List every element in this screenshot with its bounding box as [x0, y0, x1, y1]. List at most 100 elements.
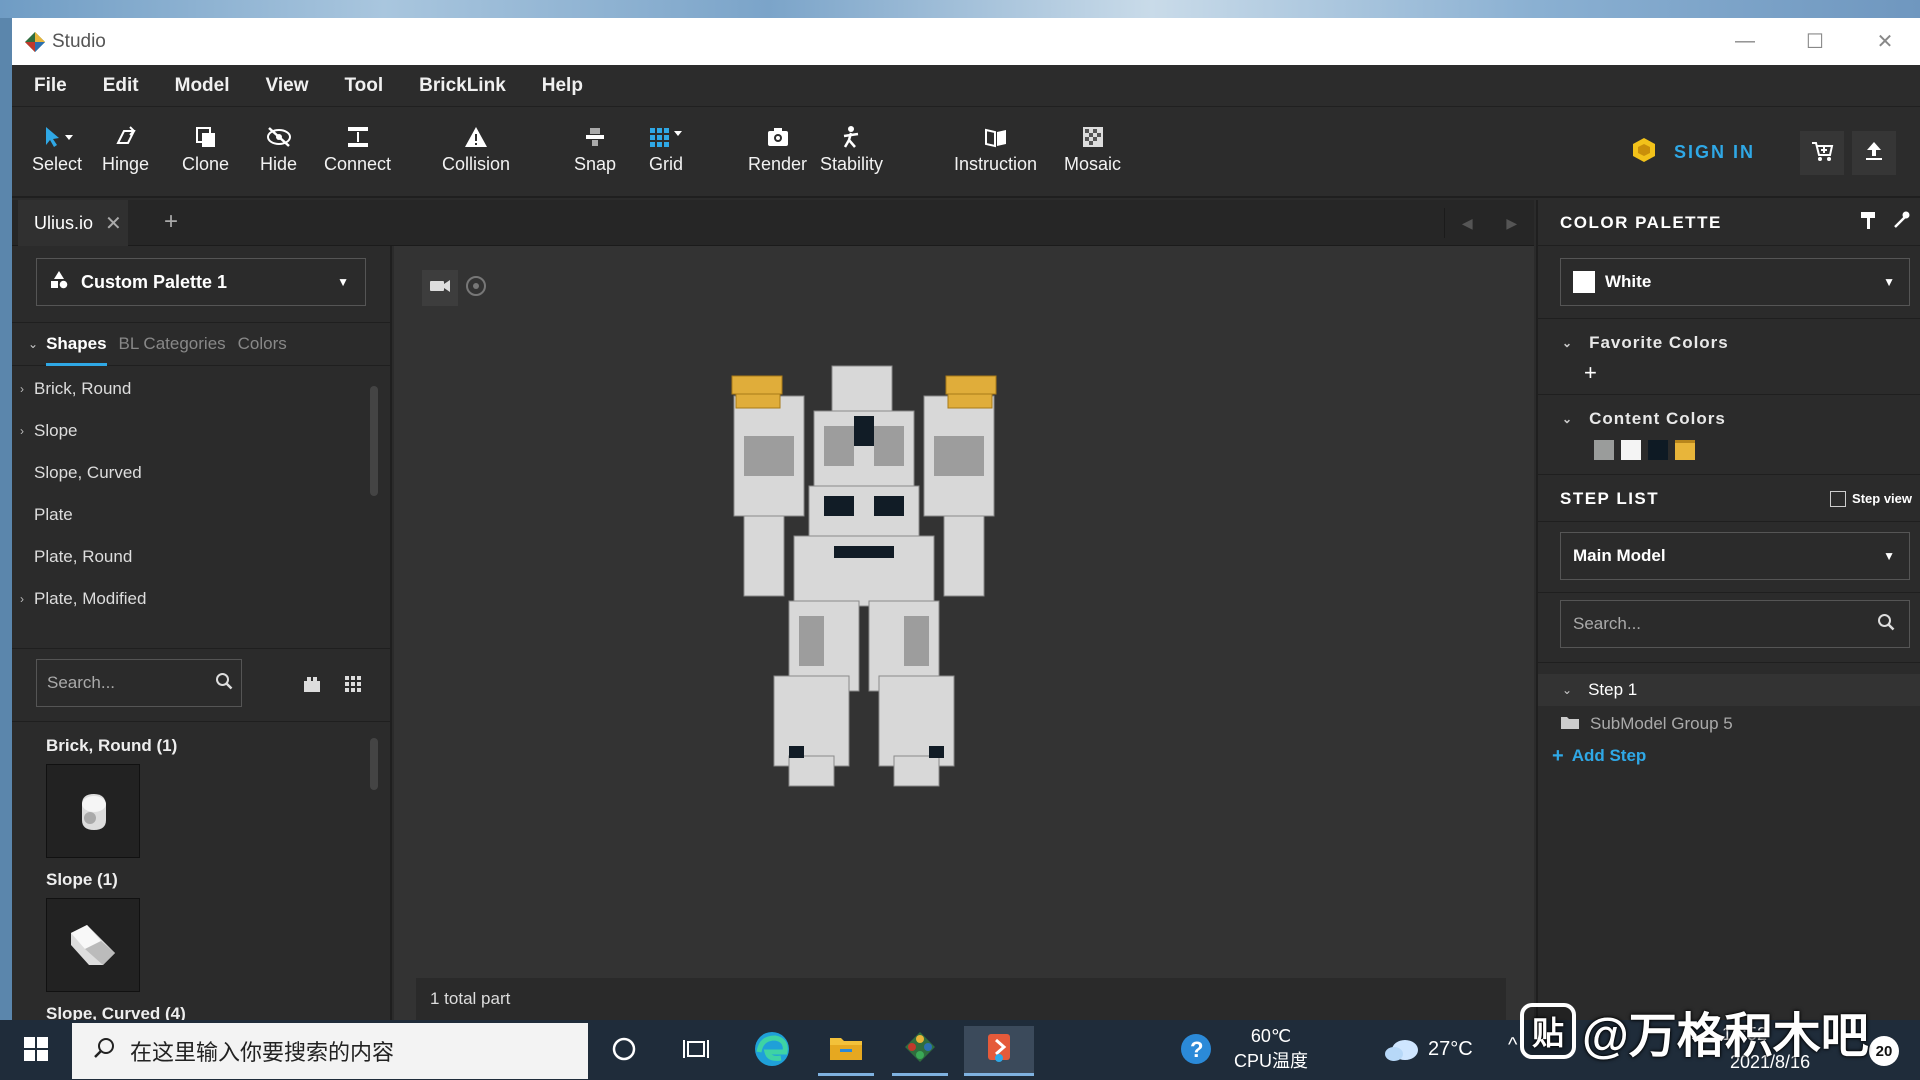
category-item[interactable]: › Brick, Round	[12, 368, 382, 410]
sign-in-button[interactable]: SIGN IN	[1632, 137, 1755, 168]
menu-model[interactable]: Model	[175, 75, 230, 97]
swatch-gray[interactable]	[1594, 440, 1614, 460]
parts-search-input[interactable]: Search...	[36, 659, 242, 707]
connect-tool-button[interactable]: Connect	[324, 123, 391, 175]
3d-viewport[interactable]: 1 total part	[394, 246, 1534, 1020]
cpu-temp-label: CPU温度	[1233, 1051, 1308, 1071]
chevron-down-icon: ⌄	[1562, 683, 1573, 697]
paint-roller-icon[interactable]	[1860, 210, 1878, 235]
eyedropper-icon[interactable]	[1892, 210, 1910, 235]
tab-bl-categories[interactable]: BL Categories	[119, 334, 226, 354]
menu-tool[interactable]: Tool	[344, 75, 383, 97]
upload-button[interactable]	[1852, 131, 1896, 175]
parts-scrollbar[interactable]	[370, 738, 378, 790]
add-step-button[interactable]: + Add Step	[1538, 740, 1920, 772]
stability-tool-button[interactable]: Stability	[820, 123, 883, 175]
category-scrollbar[interactable]	[370, 386, 378, 496]
minimize-button[interactable]: —	[1710, 18, 1780, 65]
brick-view-icon[interactable]	[302, 675, 322, 698]
maximize-button[interactable]: ☐	[1780, 18, 1850, 65]
warning-triangle-icon	[463, 123, 489, 151]
cpu-temp-widget[interactable]: 60℃ CPU温度	[1226, 1026, 1316, 1073]
weather-widget[interactable]	[1374, 1026, 1430, 1076]
render-tool-button[interactable]: Render	[748, 123, 807, 175]
palette-dropdown[interactable]: Custom Palette 1 ▼	[36, 258, 366, 306]
search-placeholder: Search...	[47, 673, 116, 692]
category-item[interactable]: Slope, Curved	[12, 452, 382, 494]
menu-help[interactable]: Help	[542, 75, 583, 97]
edge-taskbar-button[interactable]	[744, 1026, 800, 1076]
part-tile-brick-round[interactable]	[46, 764, 140, 858]
stability-icon	[839, 123, 865, 151]
hide-tool-button[interactable]: Hide	[260, 123, 297, 175]
chevron-down-icon: ⌄	[1562, 336, 1574, 350]
category-item[interactable]: Plate, Round	[12, 536, 382, 578]
task-view-button[interactable]	[668, 1026, 724, 1076]
content-colors-section[interactable]: ⌄ Content Colors	[1538, 404, 1920, 434]
close-window-button[interactable]: ✕	[1850, 18, 1920, 65]
part-group-header: Slope, Curved (4)	[46, 1004, 186, 1020]
robot-model[interactable]	[714, 356, 1014, 796]
search-icon[interactable]	[1877, 613, 1895, 636]
add-favorite-color-icon[interactable]: +	[1584, 360, 1597, 386]
studio-logo-icon	[24, 31, 46, 53]
tab-colors[interactable]: Colors	[238, 334, 287, 354]
notification-badge: 20	[1869, 1036, 1899, 1066]
mosaic-tool-button[interactable]: Mosaic	[1064, 123, 1121, 175]
step-row[interactable]: ⌄ Step 1	[1538, 674, 1920, 706]
submodel-label: SubModel Group 5	[1590, 714, 1733, 733]
cortana-button[interactable]	[596, 1026, 652, 1076]
swatch-black[interactable]	[1648, 440, 1668, 460]
category-label: Plate	[34, 505, 73, 524]
selected-color-dropdown[interactable]: White ▼	[1560, 258, 1910, 306]
menu-view[interactable]: View	[266, 75, 309, 97]
rotate-icon	[464, 274, 488, 303]
snap-tool-button[interactable]: Snap	[574, 123, 616, 175]
submodel-row[interactable]: SubModel Group 5	[1538, 708, 1920, 740]
add-tab-button[interactable]: +	[164, 208, 178, 236]
help-tray-icon[interactable]: ?	[1168, 1026, 1224, 1076]
select-tool-button[interactable]: Select	[32, 123, 82, 175]
recorder-taskbar-button[interactable]	[964, 1026, 1034, 1076]
tab-shapes[interactable]: Shapes	[46, 334, 108, 366]
model-dropdown[interactable]: Main Model ▼	[1560, 532, 1910, 580]
document-tab[interactable]: Ulius.io ✕	[18, 200, 128, 246]
menu-bricklink[interactable]: BrickLink	[419, 75, 506, 97]
grid-view-icon[interactable]	[344, 675, 364, 698]
category-item[interactable]: › Plate, Modified	[12, 578, 382, 620]
swatch-yellow[interactable]	[1675, 440, 1695, 460]
favorite-colors-section[interactable]: ⌄ Favorite Colors	[1538, 328, 1920, 358]
collapse-chevron-icon[interactable]: ⌄	[28, 337, 38, 351]
part-tile-slope[interactable]	[46, 898, 140, 992]
category-item[interactable]: Plate	[12, 494, 382, 536]
hinge-tool-button[interactable]: Hinge	[102, 123, 149, 175]
svg-text:?: ?	[1190, 1037, 1203, 1062]
camera-view-button[interactable]	[422, 270, 458, 306]
taskbar-search-input[interactable]: 在这里输入你要搜索的内容	[72, 1023, 588, 1079]
menu-edit[interactable]: Edit	[103, 75, 139, 97]
search-icon[interactable]	[215, 672, 233, 695]
tab-scroll-right-icon[interactable]: ▶	[1506, 215, 1517, 232]
toolbar: Select Hinge Clone Hide Connect Collisio…	[12, 107, 1920, 198]
parts-palette-panel: Custom Palette 1 ▼ ⌄ Shapes BL Categorie…	[12, 246, 392, 1020]
chevron-right-icon: ›	[20, 382, 24, 396]
close-tab-icon[interactable]: ✕	[105, 211, 122, 236]
menu-file[interactable]: File	[34, 75, 67, 97]
step-search-input[interactable]: Search...	[1560, 600, 1910, 648]
instruction-tool-button[interactable]: Instruction	[954, 123, 1037, 175]
video-camera-icon	[429, 278, 451, 299]
category-item[interactable]: › Slope	[12, 410, 382, 452]
collision-tool-button[interactable]: Collision	[442, 123, 510, 175]
clone-tool-button[interactable]: Clone	[182, 123, 229, 175]
rotate-view-button[interactable]	[458, 270, 494, 306]
start-button[interactable]	[8, 1026, 64, 1076]
tray-overflow-chevron-icon[interactable]: ^	[1508, 1034, 1517, 1057]
part-group: Slope, Curved (4)	[12, 992, 392, 1020]
tab-scroll-left-icon[interactable]: ◀	[1462, 215, 1473, 232]
grid-tool-button[interactable]: Grid	[648, 123, 684, 175]
studio-taskbar-button[interactable]	[892, 1026, 948, 1076]
cart-button[interactable]	[1800, 131, 1844, 175]
step-view-checkbox[interactable]	[1830, 490, 1847, 507]
file-explorer-taskbar-button[interactable]	[818, 1026, 874, 1076]
swatch-white[interactable]	[1621, 440, 1641, 460]
